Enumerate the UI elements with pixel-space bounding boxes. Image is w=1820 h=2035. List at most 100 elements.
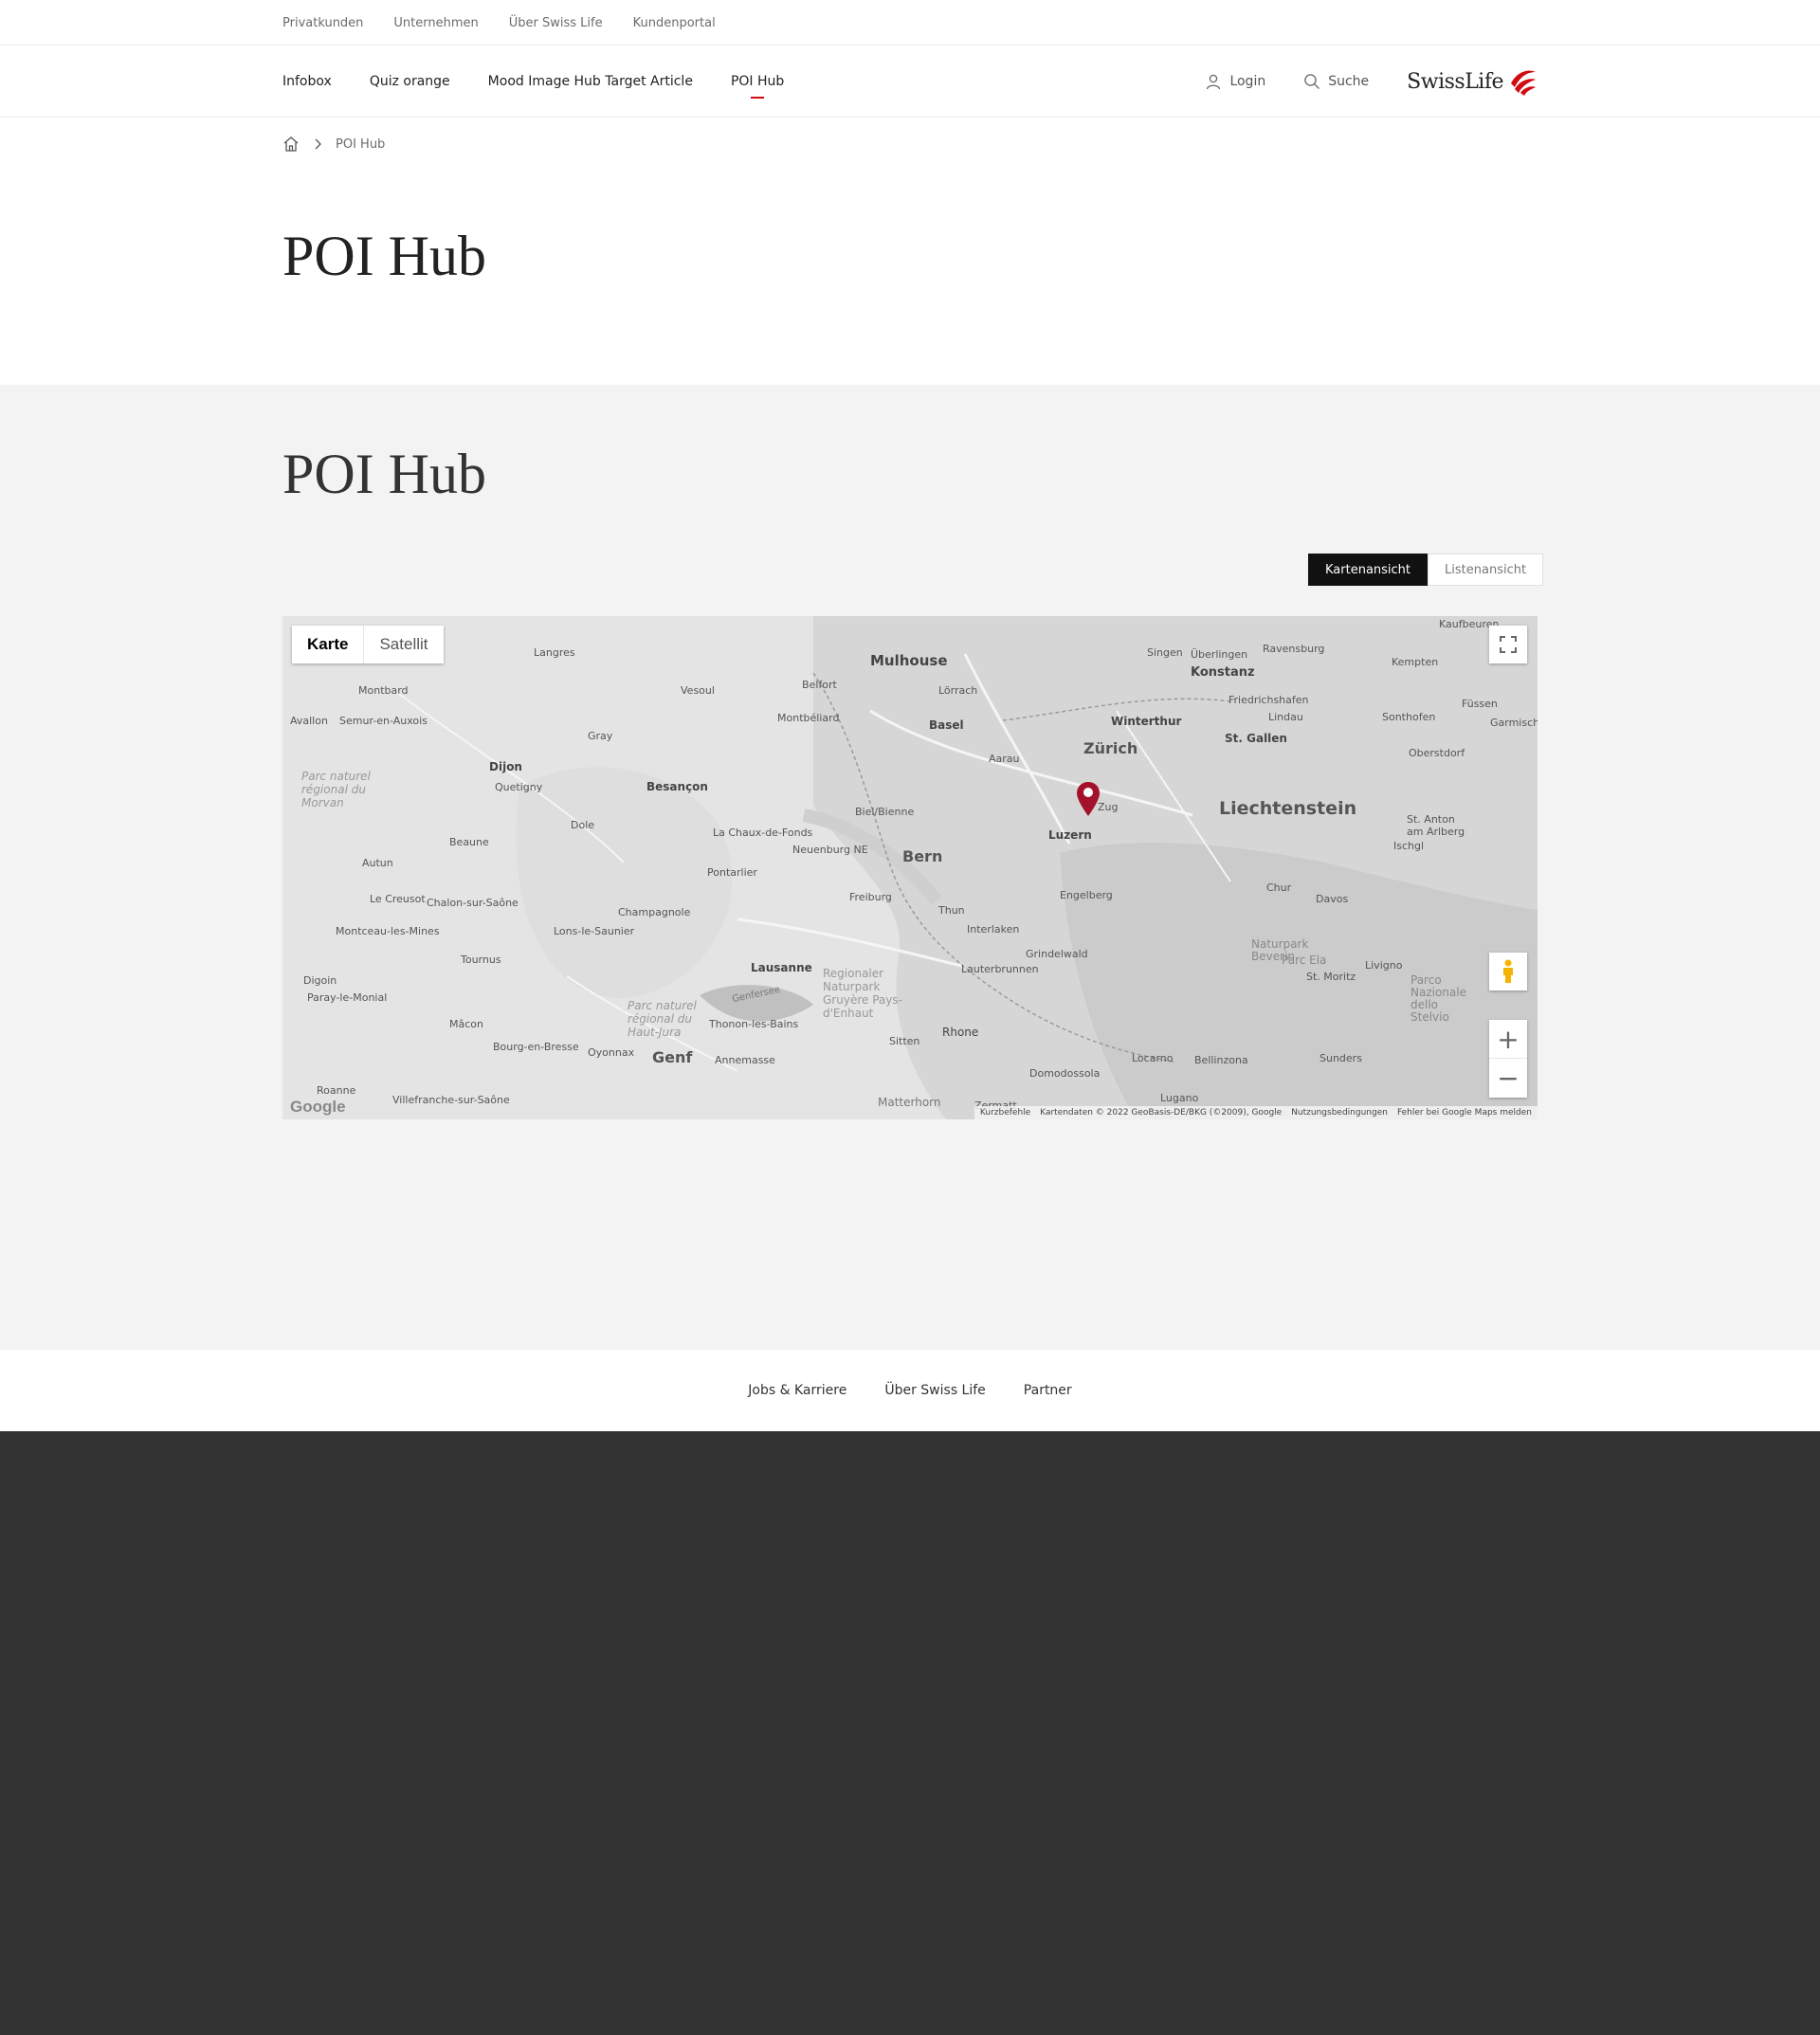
map-label-sitten: Sitten bbox=[889, 1035, 920, 1047]
map-label-biel: Biel/Bienne bbox=[855, 806, 915, 818]
map-label-basel: Basel bbox=[929, 718, 964, 732]
list-view-button[interactable]: Listenansicht bbox=[1428, 554, 1544, 586]
map-label-davos: Davos bbox=[1316, 893, 1349, 905]
map-label-bourg: Bourg-en-Bresse bbox=[493, 1041, 579, 1053]
swisslife-logo[interactable]: SwissLife bbox=[1407, 66, 1538, 97]
map-attribution: Kurzbefehle Kartendaten © 2022 GeoBasis-… bbox=[974, 1106, 1538, 1119]
map-label-lons: Lons-le-Saunier bbox=[554, 925, 635, 937]
login-button[interactable]: Login bbox=[1205, 73, 1265, 90]
zoom-in-button[interactable]: + bbox=[1489, 1020, 1527, 1059]
map-label-sunders: Sunders bbox=[1320, 1052, 1362, 1064]
map-label-gray: Gray bbox=[588, 730, 613, 742]
swisslife-logo-icon bbox=[1511, 70, 1536, 96]
fullscreen-button[interactable] bbox=[1489, 626, 1527, 663]
map-label-liechtenstein: Liechtenstein bbox=[1219, 798, 1357, 819]
map-label-la-chaux-de-fonds: La Chaux-de-Fonds bbox=[713, 827, 813, 839]
map-label-mulhouse: Mulhouse bbox=[870, 652, 948, 669]
poi-map[interactable]: Mulhouse Langres Montbard Vesoul Belfort… bbox=[282, 616, 1538, 1119]
zoom-in-icon: + bbox=[1497, 1023, 1520, 1055]
footer-link-partner[interactable]: Partner bbox=[1024, 1383, 1072, 1398]
meta-nav-privatkunden[interactable]: Privatkunden bbox=[282, 16, 363, 30]
map-label-pontarlier: Pontarlier bbox=[707, 866, 757, 879]
zoom-out-button[interactable]: − bbox=[1489, 1059, 1527, 1098]
map-label-zug: Zug bbox=[1098, 801, 1119, 813]
main-navigation: Infobox Quiz orange Mood Image Hub Targe… bbox=[0, 45, 1820, 118]
meta-nav-kundenportal[interactable]: Kundenportal bbox=[633, 16, 716, 30]
map-label-friedrichshafen: Friedrichshafen bbox=[1228, 694, 1309, 706]
map-label-thonon: Thonon-les-Bains bbox=[709, 1018, 799, 1030]
map-label-semur: Semur-en-Auxois bbox=[339, 715, 428, 727]
map-label-digoin: Digoin bbox=[303, 974, 337, 987]
map-label-garmisch: Garmisch bbox=[1490, 717, 1538, 729]
map-view-button[interactable]: Kartenansicht bbox=[1308, 554, 1429, 586]
attribution-terms[interactable]: Nutzungsbedingungen bbox=[1291, 1108, 1388, 1117]
map-label-ueberlingen: Überlingen bbox=[1191, 648, 1248, 661]
nav-item-poi-hub[interactable]: POI Hub bbox=[731, 66, 784, 97]
map-label-matterhorn: Matterhorn bbox=[878, 1096, 941, 1109]
map-label-locarno: Locarno bbox=[1132, 1052, 1174, 1064]
map-type-control: Karte Satellit bbox=[292, 626, 444, 663]
map-label-interlaken: Interlaken bbox=[967, 923, 1020, 936]
breadcrumb: POI Hub bbox=[282, 118, 385, 171]
search-button[interactable]: Suche bbox=[1303, 73, 1369, 90]
search-icon bbox=[1304, 74, 1320, 89]
map-type-satellit-button[interactable]: Satellit bbox=[364, 626, 443, 663]
nav-item-infobox[interactable]: Infobox bbox=[282, 66, 332, 97]
map-label-winterthur: Winterthur bbox=[1111, 715, 1182, 728]
map-label-montceau: Montceau-les-Mines bbox=[336, 925, 440, 937]
meta-nav-unternehmen[interactable]: Unternehmen bbox=[393, 16, 478, 30]
footer-dark-area bbox=[0, 1431, 1820, 2035]
attribution-shortcuts[interactable]: Kurzbefehle bbox=[980, 1108, 1030, 1117]
home-icon[interactable] bbox=[282, 136, 300, 153]
zoom-out-icon: − bbox=[1497, 1063, 1520, 1094]
fullscreen-icon bbox=[1500, 636, 1517, 653]
zoom-control: + − bbox=[1489, 1020, 1527, 1098]
map-label-bellinzona: Bellinzona bbox=[1194, 1054, 1248, 1066]
map-label-besancon: Besançon bbox=[646, 780, 708, 793]
map-label-domodossola: Domodossola bbox=[1029, 1067, 1101, 1080]
map-label-tournus: Tournus bbox=[461, 954, 501, 966]
user-icon bbox=[1207, 74, 1221, 90]
map-label-oyonnax: Oyonnax bbox=[588, 1046, 635, 1059]
map-label-beaune: Beaune bbox=[449, 836, 489, 848]
street-view-button[interactable] bbox=[1489, 953, 1527, 990]
map-label-parc-morvan: Parc naturel régional du Morvan bbox=[301, 770, 371, 809]
map-label-lugano: Lugano bbox=[1160, 1092, 1199, 1104]
map-label-neuenburg: Neuenburg NE bbox=[792, 844, 868, 856]
map-label-paray: Paray-le-Monial bbox=[307, 991, 388, 1004]
map-label-thun: Thun bbox=[938, 904, 965, 917]
map-label-montbeliard: Montbéliard bbox=[777, 712, 840, 724]
map-label-le-creusot: Le Creusot bbox=[370, 893, 426, 905]
breadcrumb-current: POI Hub bbox=[336, 136, 386, 152]
map-type-karte-button[interactable]: Karte bbox=[292, 626, 365, 663]
map-label-roanne: Roanne bbox=[317, 1084, 356, 1097]
pegman-icon bbox=[1503, 959, 1513, 983]
map-label-grindelwald: Grindelwald bbox=[1026, 948, 1088, 960]
logo-text: SwissLife bbox=[1407, 69, 1503, 94]
map-label-loerrach: Lörrach bbox=[938, 684, 978, 697]
meta-navigation: Privatkunden Unternehmen Über Swiss Life… bbox=[0, 0, 1820, 45]
attribution-report-error[interactable]: Fehler bei Google Maps melden bbox=[1397, 1108, 1532, 1117]
footer-link-ueber-swiss-life[interactable]: Über Swiss Life bbox=[884, 1383, 985, 1398]
map-label-oberstdorf: Oberstdorf bbox=[1409, 747, 1465, 759]
nav-item-mood-image-hub[interactable]: Mood Image Hub Target Article bbox=[488, 66, 693, 97]
map-label-villefranche: Villefranche-sur-Saône bbox=[392, 1094, 510, 1106]
meta-nav-ueber-swiss-life[interactable]: Über Swiss Life bbox=[509, 16, 603, 30]
view-toggle: Kartenansicht Listenansicht bbox=[1308, 554, 1544, 586]
map-label-dole: Dole bbox=[571, 819, 595, 831]
map-label-sonthofen: Sonthofen bbox=[1382, 711, 1436, 723]
map-label-singen: Singen bbox=[1147, 646, 1183, 659]
map-marker-icon[interactable] bbox=[1077, 782, 1100, 816]
nav-item-quiz-orange[interactable]: Quiz orange bbox=[370, 66, 450, 97]
chevron-right-icon bbox=[315, 138, 321, 150]
footer-link-jobs[interactable]: Jobs & Karriere bbox=[748, 1383, 846, 1398]
map-label-genf: Genf bbox=[652, 1048, 693, 1066]
google-logo: Google bbox=[290, 1098, 346, 1116]
attribution-map-data: Kartendaten © 2022 GeoBasis-DE/BKG (©200… bbox=[1040, 1108, 1283, 1117]
map-label-champagnole: Champagnole bbox=[618, 906, 691, 918]
map-label-konstanz: Konstanz bbox=[1191, 665, 1255, 680]
map-label-lausanne: Lausanne bbox=[751, 961, 812, 974]
map-label-belfort: Belfort bbox=[802, 679, 837, 691]
map-label-annemasse: Annemasse bbox=[715, 1054, 775, 1066]
map-label-quetigny: Quetigny bbox=[495, 781, 543, 793]
